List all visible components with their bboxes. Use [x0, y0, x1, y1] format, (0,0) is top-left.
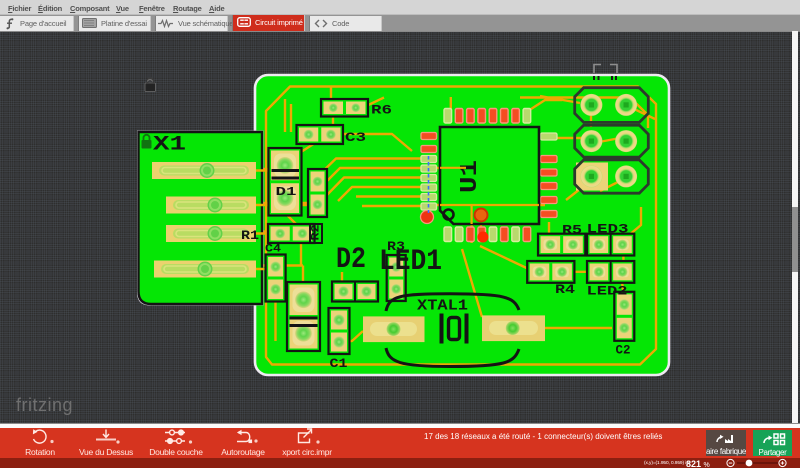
svg-text:C2: C2 [616, 343, 631, 358]
svg-text:LED1: LED1 [379, 245, 442, 279]
svg-text:D1: D1 [276, 185, 297, 199]
svg-text:C1: C1 [330, 356, 348, 371]
svg-text:C3: C3 [345, 130, 366, 145]
svg-text:XTAL1: XTAL1 [417, 298, 468, 315]
svg-text:U1: U1 [457, 160, 484, 193]
svg-text:R2: R2 [311, 225, 323, 241]
svg-text:R6: R6 [371, 103, 392, 118]
svg-text:X1: X1 [153, 134, 186, 157]
svg-text:R5: R5 [562, 223, 582, 238]
svg-text:R4: R4 [555, 282, 575, 297]
svg-text:LED3: LED3 [587, 222, 629, 237]
svg-text:D2: D2 [336, 243, 366, 277]
svg-text:C4: C4 [265, 244, 281, 256]
svg-text:LED2: LED2 [587, 284, 628, 299]
svg-text:R1: R1 [241, 228, 259, 243]
